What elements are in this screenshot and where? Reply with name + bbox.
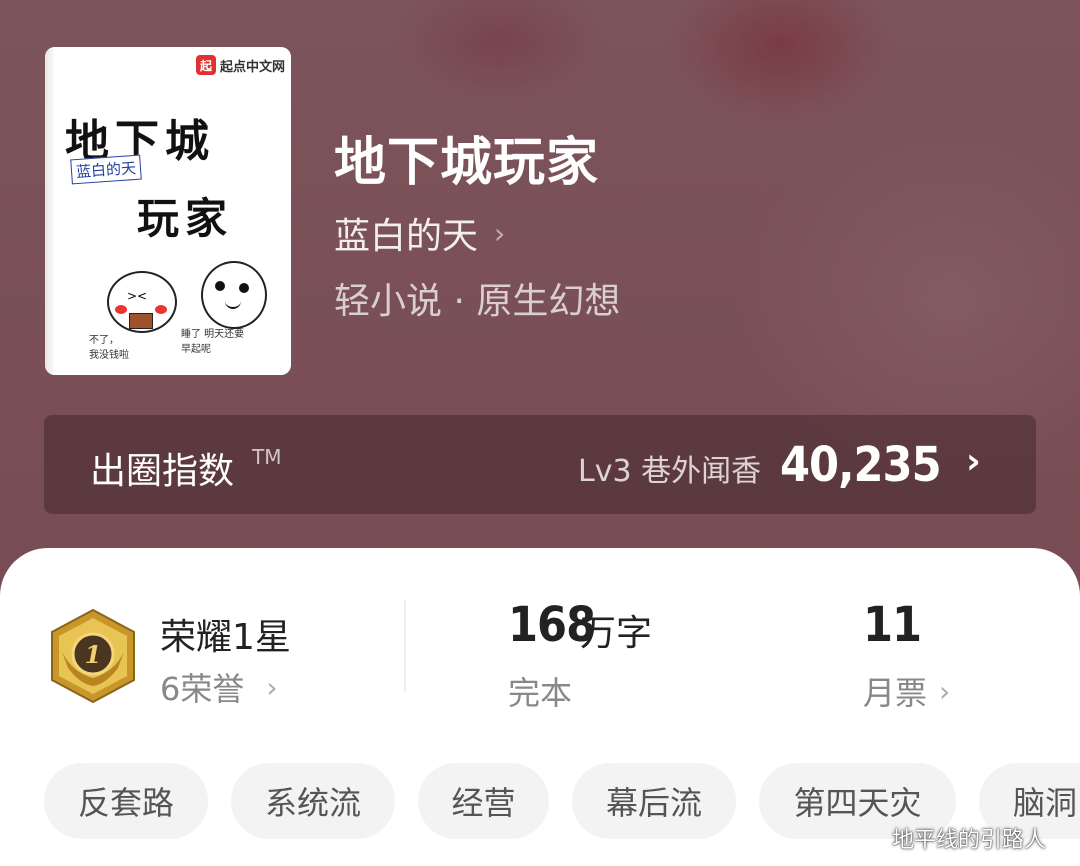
- monthly-ticket-link[interactable]: 月票 ›: [863, 668, 950, 714]
- cover-face-right: [201, 261, 267, 329]
- chevron-right-icon: ›: [494, 216, 506, 250]
- honor-link[interactable]: 6荣誉 ›: [160, 664, 278, 710]
- qidian-logo-icon: 起: [195, 55, 216, 75]
- stats-divider: [404, 600, 406, 692]
- book-genre[interactable]: 轻小说 · 原生幻想: [334, 272, 620, 324]
- honor-title: 荣耀1星: [160, 617, 291, 658]
- tag-chip[interactable]: 经营: [418, 763, 549, 839]
- cover-spine: [45, 47, 54, 375]
- author-link[interactable]: 蓝白的天 ›: [334, 207, 505, 259]
- honor-badge-number: 1: [85, 640, 102, 669]
- chevron-right-icon: ›: [966, 441, 981, 482]
- cover-face-left: ><: [107, 271, 177, 333]
- index-level: Lv3 巷外闻香: [578, 454, 762, 489]
- monthly-ticket-count: 11: [863, 597, 922, 653]
- index-label: 出圈指数: [90, 451, 235, 492]
- cover-caption-left: 不了， 我没钱啦: [89, 335, 129, 361]
- author-name: 蓝白的天: [334, 216, 479, 257]
- cover-brand: 起 起点中文网: [195, 55, 285, 75]
- tag-chip[interactable]: 系统流: [231, 763, 395, 839]
- book-cover[interactable]: 起 起点中文网 地下城 蓝白的天 玩家 >< 不了， 我没钱啦 睡了 明天还要 …: [45, 47, 291, 375]
- book-title: 地下城玩家: [334, 132, 600, 193]
- chevron-right-icon: ›: [266, 670, 278, 704]
- tag-chip[interactable]: 反套路: [44, 763, 208, 839]
- cover-author-tag: 蓝白的天: [70, 154, 142, 185]
- chevron-right-icon: ›: [939, 674, 951, 708]
- watermark: 地平线的引路人: [892, 828, 1047, 853]
- tag-chip[interactable]: 幕后流: [572, 763, 736, 839]
- completion-status: 完本: [508, 674, 573, 712]
- monthly-ticket-label: 月票: [863, 674, 928, 712]
- cover-brand-text: 起点中文网: [219, 59, 285, 75]
- trademark-mark: TM: [252, 445, 282, 469]
- honor-count: 6荣誉: [160, 670, 245, 708]
- cover-title-line2: 玩家: [137, 194, 234, 243]
- index-value: 40,235: [780, 437, 942, 493]
- honor-badge-icon[interactable]: 1: [48, 608, 138, 704]
- word-count-unit: 万字: [580, 613, 653, 654]
- cover-caption-right: 睡了 明天还要 早起呢: [181, 329, 245, 355]
- breakout-index-bar[interactable]: 出圈指数 TM Lv3 巷外闻香 40,235 ›: [44, 415, 1036, 514]
